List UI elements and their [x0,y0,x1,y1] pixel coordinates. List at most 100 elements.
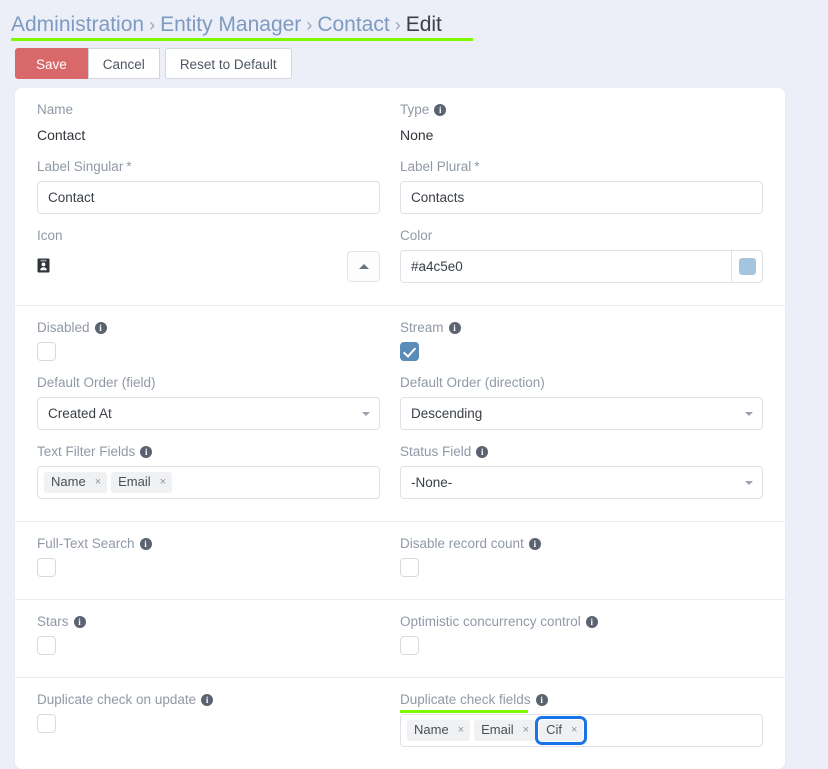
info-icon[interactable]: i [476,446,488,458]
field-label: Stars i [37,614,380,630]
default-order-direction-select[interactable]: Descending [400,397,763,430]
row-name-type: Name Contact Type i None [37,102,763,159]
row-filters: Text Filter Fields i Name× Email × Status … [37,444,763,513]
highlight-underline-breadcrumb-rest [156,38,473,41]
required-mark: * [126,159,131,175]
field-label-text: Stream [400,320,444,336]
tag[interactable]: Name× [44,472,107,493]
chevron-down-icon [745,412,753,416]
duplicate-check-fields-input[interactable]: Name× Email × Cif × [400,714,763,747]
breadcrumb-item-entity-manager[interactable]: Entity Manager [160,13,301,36]
stream-checkbox[interactable] [400,342,419,361]
field-label: Full-Text Search i [37,536,380,552]
tag-label: Email [481,722,514,738]
stars-checkbox[interactable] [37,636,56,655]
status-field-select[interactable]: -None- [400,466,763,499]
info-icon[interactable]: i [140,446,152,458]
field-label-text: Icon [37,228,63,244]
row-labels: Label Singular * Label Plural * [37,159,763,228]
optimistic-concurrency-control-checkbox[interactable] [400,636,419,655]
field-label-text: Status Field [400,444,471,460]
field-label: Status Field i [400,444,763,460]
tag-remove-icon[interactable]: × [458,725,464,736]
save-button[interactable]: Save [15,48,88,79]
info-icon[interactable]: i [536,694,548,706]
field-label: Color [400,228,763,244]
collapse-button[interactable] [347,251,380,282]
label-singular-input[interactable] [37,181,380,214]
field-name: Name Contact [37,102,400,159]
tag[interactable]: Name× [407,720,470,741]
field-label-text: Stars [37,614,69,630]
info-icon[interactable]: i [140,538,152,550]
breadcrumb-separator: › [390,15,406,35]
breadcrumb-separator: › [144,15,160,35]
highlight-underline-duplicate-check-fields [400,710,528,713]
field-label-text: Type [400,102,429,118]
info-icon[interactable]: i [529,538,541,550]
field-label: Name [37,102,380,118]
default-order-field-value: Created At [48,406,112,421]
field-label: Duplicate check on update i [37,692,380,708]
toolbar: Save Cancel Reset to Default [0,44,828,79]
tag-label: Cif [546,722,562,738]
field-default-order-field: Default Order (field) Created At [37,375,400,444]
cancel-button[interactable]: Cancel [88,48,160,79]
tag-remove-icon[interactable]: × [523,725,529,736]
tag[interactable]: Email × [474,720,535,741]
field-stars: Stars i [37,614,400,669]
field-label-text: Duplicate check on update [37,692,196,708]
section-duplicate-check: Duplicate check on update i Duplicate ch… [15,677,785,769]
field-label-text: Default Order (field) [37,375,156,391]
default-order-field-select[interactable]: Created At [37,397,380,430]
tag[interactable]: Email × [111,472,172,493]
info-icon[interactable]: i [586,616,598,628]
color-group [400,250,763,283]
tag[interactable]: Cif × [539,720,583,741]
section-stars: Stars i Optimistic concurrency control i [15,599,785,677]
field-color: Color [400,228,763,297]
breadcrumb-item-edit: Edit [406,13,442,36]
field-label: Type i [400,102,763,118]
tag-remove-icon[interactable]: × [95,477,101,488]
tag-label: Email [118,474,151,490]
field-label-singular: Label Singular * [37,159,400,228]
chevron-down-icon [745,481,753,485]
section-behavior: Disabled i Stream i Default Order (field… [15,305,785,521]
field-label-text: Label Singular [37,159,123,175]
field-type: Type i None [400,102,763,159]
type-value: None [400,124,763,145]
color-input[interactable] [400,250,731,283]
info-icon[interactable]: i [74,616,86,628]
field-label-text: Disable record count [400,536,524,552]
full-text-search-checkbox[interactable] [37,558,56,577]
disabled-checkbox[interactable] [37,342,56,361]
text-filter-fields-input[interactable]: Name× Email × [37,466,380,499]
duplicate-check-on-update-checkbox[interactable] [37,714,56,733]
tag-remove-icon[interactable]: × [571,725,577,736]
reset-to-default-button[interactable]: Reset to Default [165,48,292,79]
field-icon: Icon [37,228,400,297]
field-label-text: Full-Text Search [37,536,135,552]
breadcrumb-item-administration[interactable]: Administration [11,13,144,36]
color-picker-button[interactable] [731,250,763,283]
info-icon[interactable]: i [449,322,461,334]
info-icon[interactable]: i [201,694,213,706]
field-label: Optimistic concurrency control i [400,614,763,630]
field-full-text-search: Full-Text Search i [37,536,400,591]
contact-card-icon[interactable] [37,258,50,276]
field-disabled: Disabled i [37,320,400,375]
label-plural-input[interactable] [400,181,763,214]
tag-remove-icon[interactable]: × [160,477,166,488]
field-label: Default Order (field) [37,375,380,391]
icon-row [37,250,380,283]
disable-record-count-checkbox[interactable] [400,558,419,577]
required-mark: * [474,159,479,175]
info-icon[interactable]: i [95,322,107,334]
info-icon[interactable]: i [434,104,446,116]
field-label-text: Text Filter Fields [37,444,135,460]
section-general: Name Contact Type i None Label Singular … [15,88,785,305]
chevron-up-icon [359,264,369,269]
section-search: Full-Text Search i Disable record count … [15,521,785,599]
breadcrumb-item-contact[interactable]: Contact [317,13,389,36]
